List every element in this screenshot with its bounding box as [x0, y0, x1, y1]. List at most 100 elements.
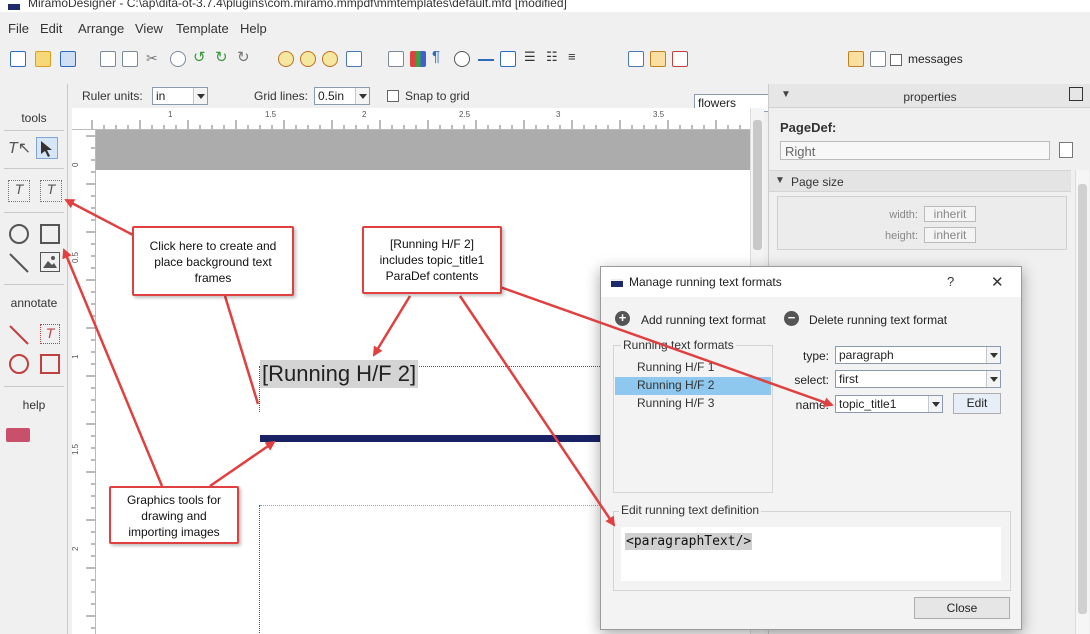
window-title: MiramoDesigner - C:\ap\dita-ot-3.7.4\plu… [28, 0, 567, 10]
pagedef-editor-icon[interactable] [1059, 142, 1073, 158]
formats-group-label: Running text formats [621, 338, 736, 352]
expand-icon[interactable]: ▼ [775, 175, 785, 186]
page-size-label: Page size [791, 175, 844, 189]
width-label: width: [889, 209, 918, 221]
vertical-ruler: 0 0.5 1 1.5 2 [72, 130, 96, 634]
ruler-label: 1 [72, 354, 80, 359]
paste-icon[interactable] [122, 51, 138, 67]
rectangle-tool-icon[interactable] [40, 224, 60, 244]
align-icon[interactable]: ≡ [568, 49, 584, 65]
annotate-ellipse-tool-icon[interactable] [9, 354, 29, 374]
line-tool-icon[interactable] [8, 252, 30, 274]
type-select[interactable]: paragraph [835, 346, 1001, 364]
callout-graphics-tools: Graphics tools for drawing and importing… [109, 486, 239, 544]
help-header: help [22, 398, 46, 412]
zoom-fit-icon[interactable] [322, 51, 338, 67]
text-frame-tool-icon[interactable]: T [8, 180, 30, 202]
close-icon[interactable]: ✕ [991, 273, 1004, 291]
messages-checkbox[interactable] [890, 54, 902, 66]
running-hf-frame[interactable]: [Running H/F 2] [260, 360, 419, 388]
list-item-selected[interactable]: Running H/F 2 [615, 377, 771, 395]
open-folder-icon[interactable] [35, 51, 51, 67]
import-image-tool-icon[interactable] [40, 252, 60, 272]
background-text-frame-tool-icon[interactable]: T [40, 180, 62, 202]
edit-button[interactable]: Edit [953, 393, 1001, 414]
toolbar: ✂ ↺ ↻ ↻ ¶ ☰ ☷ ≡ flowers messages [0, 44, 1090, 112]
color-palette-icon[interactable] [410, 51, 426, 67]
menu-help[interactable]: Help [240, 21, 267, 36]
select-select[interactable]: first [835, 370, 1001, 388]
pdf-icon[interactable] [870, 51, 886, 67]
definition-group-label: Edit running text definition [619, 503, 762, 517]
menu-view[interactable]: View [135, 21, 163, 36]
repeat-icon[interactable]: ↻ [237, 48, 253, 66]
save-icon[interactable] [60, 51, 76, 67]
snap-to-grid-checkbox[interactable] [387, 90, 399, 102]
restore-window-icon[interactable] [1069, 87, 1083, 101]
add-frame-icon[interactable] [628, 51, 644, 67]
annotate-rectangle-tool-icon[interactable] [40, 354, 60, 374]
callout-running-hf: [Running H/F 2] includes topic_title1 Pa… [362, 226, 502, 294]
messages-label: messages [908, 52, 963, 66]
add-format-button[interactable]: Add running text format [641, 313, 766, 327]
zoom-in-icon[interactable] [278, 51, 294, 67]
paragraph-icon[interactable]: ¶ [432, 48, 448, 65]
numbered-list-icon[interactable]: ☰ [524, 49, 540, 65]
columns-icon[interactable]: ☷ [546, 49, 562, 65]
text-select-tool-icon[interactable]: T↖ [8, 138, 31, 160]
zoom-out-icon[interactable] [300, 51, 316, 67]
delete-format-button[interactable]: Delete running text format [809, 313, 947, 327]
cut-icon[interactable]: ✂ [146, 50, 162, 66]
stop-icon[interactable] [170, 51, 186, 67]
height-label: height: [884, 230, 918, 242]
delete-frame-icon[interactable] [672, 51, 688, 67]
menu-edit[interactable]: Edit [40, 21, 62, 36]
definition-textarea[interactable]: <paragraphText/> [621, 527, 1001, 581]
properties-scrollbar[interactable] [1075, 170, 1089, 634]
new-file-icon[interactable] [10, 51, 26, 67]
edit-frame-icon[interactable] [650, 51, 666, 67]
page-size-group: width: inherit height: inherit [777, 196, 1067, 250]
page-icon[interactable] [388, 51, 404, 67]
list-item[interactable]: Running H/F 1 [625, 359, 771, 377]
ellipse-tool-icon[interactable] [9, 224, 29, 244]
add-icon[interactable]: + [615, 311, 630, 326]
callout-background-frames: Click here to create and place backgroun… [132, 226, 294, 296]
help-button[interactable]: ? [947, 274, 954, 289]
definition-text: <paragraphText/> [625, 533, 753, 550]
tools-header: tools [21, 111, 47, 125]
list-item[interactable]: Running H/F 3 [625, 395, 771, 413]
ruler-label: 2 [362, 110, 367, 119]
properties-scroll-thumb[interactable] [1078, 184, 1087, 614]
menu-template[interactable]: Template [176, 21, 229, 36]
select-label: select: [794, 373, 829, 387]
menu-arrange[interactable]: Arrange [78, 21, 124, 36]
snap-to-grid-label: Snap to grid [405, 89, 470, 103]
canvas-scroll-thumb[interactable] [753, 120, 762, 250]
annotate-header: annotate [10, 296, 58, 310]
annotate-line-tool-icon[interactable] [8, 324, 30, 346]
annotate-text-tool-icon[interactable]: T [40, 324, 60, 344]
pointer-tool-icon[interactable] [36, 137, 58, 159]
formats-list: Running H/F 1 Running H/F 2 Running H/F … [615, 359, 771, 413]
menu-file[interactable]: File [8, 21, 29, 36]
properties-title: properties [903, 90, 957, 104]
line-icon[interactable] [478, 59, 494, 61]
name-select[interactable]: topic_title1 [835, 395, 943, 413]
undo-icon[interactable]: ↺ [193, 48, 209, 66]
dialog-app-icon [611, 279, 623, 287]
copy-icon[interactable] [100, 51, 116, 67]
keyboard-help-icon[interactable] [6, 428, 30, 442]
settings-icon[interactable] [848, 51, 864, 67]
options-row: Ruler units: in Grid lines: 0.5in Snap t… [72, 86, 754, 108]
ruler-units-select[interactable]: in [152, 87, 208, 105]
grid-lines-select[interactable]: 0.5in [314, 87, 370, 105]
width-value: inherit [924, 206, 976, 222]
remove-icon[interactable]: − [784, 311, 799, 326]
ellipse-icon[interactable] [454, 51, 470, 67]
close-button[interactable]: Close [914, 597, 1010, 619]
redo-icon[interactable]: ↻ [215, 48, 231, 66]
ruler-label: 3 [556, 110, 561, 119]
grid-icon[interactable] [346, 51, 362, 67]
table-icon[interactable] [500, 51, 516, 67]
